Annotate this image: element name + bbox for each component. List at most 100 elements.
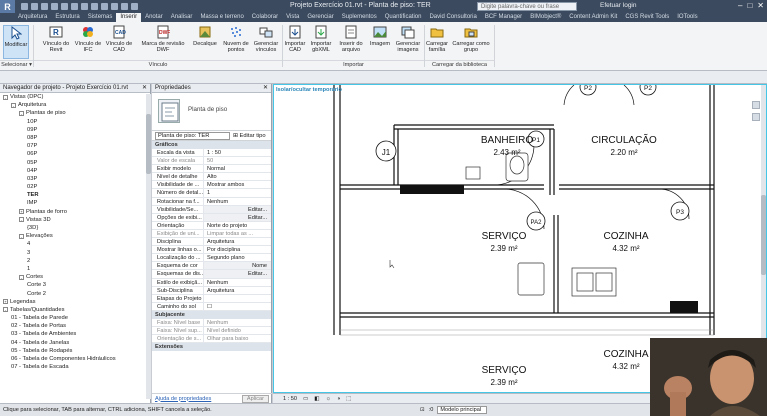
- properties-help-link[interactable]: Ajuda de propriedades: [155, 396, 211, 402]
- decal-button[interactable]: Decalque: [190, 25, 220, 47]
- property-value[interactable]: 1: [204, 189, 271, 196]
- tree-item[interactable]: + Legendas: [0, 298, 150, 306]
- property-value[interactable]: Nenhum: [204, 279, 271, 286]
- property-value[interactable]: Segundo plano: [204, 254, 271, 261]
- tree-item[interactable]: Corte 2: [0, 290, 150, 298]
- tree-item[interactable]: {3D}: [0, 224, 150, 232]
- tree-item[interactable]: 06P: [0, 150, 150, 158]
- property-value[interactable]: Alto: [204, 173, 271, 180]
- property-value[interactable]: ☐: [204, 303, 271, 310]
- project-browser-scrollbar[interactable]: [146, 94, 151, 399]
- tab-bcf-manager[interactable]: BCF Manager: [481, 13, 526, 22]
- apply-button[interactable]: Aplicar: [241, 394, 269, 403]
- tab-anotar[interactable]: Anotar: [141, 13, 167, 22]
- property-value[interactable]: Normal: [204, 165, 271, 172]
- property-edit-button[interactable]: Editar...: [204, 270, 271, 278]
- search-input[interactable]: Digite palavra-chave ou frase: [477, 2, 577, 11]
- app-logo-icon[interactable]: R: [0, 0, 15, 13]
- tab-analisar[interactable]: Analisar: [167, 13, 197, 22]
- tree-item[interactable]: - Vistas 3D: [0, 216, 150, 224]
- maximize-icon[interactable]: □: [747, 1, 752, 10]
- manage-images-button[interactable]: Gerenciar imagens: [394, 25, 422, 53]
- detail-level-icon[interactable]: ▭: [303, 396, 308, 402]
- tab-inserir[interactable]: Inserir: [116, 13, 142, 22]
- steering-wheel-icon[interactable]: [752, 101, 760, 109]
- revit-link-button[interactable]: R Vínculo do Revit: [40, 25, 72, 53]
- tab-colaborar[interactable]: Colaborar: [248, 13, 282, 22]
- property-group-header[interactable]: Gráficos: [152, 141, 271, 149]
- tree-item[interactable]: 03P: [0, 175, 150, 183]
- tree-item[interactable]: 1: [0, 265, 150, 273]
- close-properties-icon[interactable]: ✕: [263, 84, 268, 92]
- collapse-icon[interactable]: -: [19, 233, 24, 239]
- tree-item[interactable]: 03 - Tabela de Ambientes: [0, 330, 150, 338]
- collapse-icon[interactable]: -: [19, 274, 24, 280]
- expand-icon[interactable]: +: [3, 299, 8, 305]
- shadows-icon[interactable]: ◑: [337, 396, 340, 402]
- tab-bimobject-[interactable]: BIMobject®: [526, 13, 565, 22]
- tab-estrutura[interactable]: Estrutura: [51, 13, 83, 22]
- dimension-icon[interactable]: [81, 3, 88, 10]
- tab-arquitetura[interactable]: Arquitetura: [14, 13, 51, 22]
- undo-icon[interactable]: [41, 3, 48, 10]
- tab-vista[interactable]: Vista: [282, 13, 303, 22]
- view-scale[interactable]: 1 : 50: [283, 396, 297, 402]
- panel-select[interactable]: Selecionar ▾: [0, 60, 33, 69]
- zoom-icon[interactable]: [752, 113, 760, 121]
- property-value[interactable]: Arquitetura: [204, 287, 271, 294]
- tree-item[interactable]: TER: [0, 191, 150, 199]
- close-hidden-icon[interactable]: [131, 3, 138, 10]
- tab-gerenciar[interactable]: Gerenciar: [303, 13, 337, 22]
- point-cloud-button[interactable]: Nuvem de pontos: [222, 25, 250, 53]
- worksets-icon[interactable]: ⊡: [420, 407, 425, 413]
- collapse-icon[interactable]: -: [3, 307, 8, 313]
- tree-item[interactable]: 08P: [0, 134, 150, 142]
- tree-item[interactable]: 02 - Tabela de Portas: [0, 322, 150, 330]
- image-button[interactable]: Imagem: [368, 25, 392, 47]
- property-edit-button[interactable]: Editar...: [204, 213, 271, 221]
- tab-david-consultoria[interactable]: David Consultoria: [425, 13, 480, 22]
- tree-item[interactable]: 05P: [0, 159, 150, 167]
- property-value[interactable]: Nenhum: [204, 198, 271, 205]
- collapse-icon[interactable]: -: [19, 217, 24, 223]
- active-model-dropdown[interactable]: Modelo principal: [437, 406, 488, 414]
- collapse-icon[interactable]: -: [19, 110, 24, 116]
- property-value[interactable]: Norte do projeto: [204, 222, 271, 229]
- tree-item[interactable]: - Arquitetura: [0, 101, 150, 109]
- property-value[interactable]: [204, 295, 271, 302]
- tab-iotools[interactable]: IOTools: [673, 13, 701, 22]
- tree-item[interactable]: 3: [0, 249, 150, 257]
- close-icon[interactable]: ✕: [757, 1, 764, 10]
- tree-item[interactable]: IMP: [0, 199, 150, 207]
- tab-quantification[interactable]: Quantification: [381, 13, 426, 22]
- tree-item[interactable]: - Cortes: [0, 273, 150, 281]
- type-selector[interactable]: Planta de piso: [152, 93, 271, 131]
- tree-item[interactable]: - Vistas (DPC): [0, 93, 150, 101]
- modify-button[interactable]: Modificar: [3, 25, 29, 59]
- property-value[interactable]: 1 : 50: [204, 149, 271, 156]
- property-value[interactable]: Por disciplina: [204, 246, 271, 253]
- tree-item[interactable]: 2: [0, 257, 150, 265]
- collapse-icon[interactable]: -: [11, 102, 16, 108]
- instance-filter-dropdown[interactable]: Planta de piso: TER: [155, 131, 230, 140]
- tab-cgs-revit-tools[interactable]: CGS Revit Tools: [621, 13, 673, 22]
- load-as-group-button[interactable]: Carregar como grupo: [450, 25, 492, 53]
- tree-item[interactable]: 4: [0, 240, 150, 248]
- tree-item[interactable]: 01 - Tabela de Parede: [0, 314, 150, 322]
- tree-item[interactable]: 04P: [0, 167, 150, 175]
- save-icon[interactable]: [31, 3, 38, 10]
- tab-massa-e-terreno[interactable]: Massa e terreno: [196, 13, 247, 22]
- property-value[interactable]: Arquitetura: [204, 238, 271, 245]
- property-edit-button[interactable]: Editar...: [204, 205, 271, 213]
- tree-item[interactable]: Corte 3: [0, 281, 150, 289]
- thin-lines-icon[interactable]: [121, 3, 128, 10]
- sun-path-icon[interactable]: ☼: [326, 396, 331, 402]
- manage-links-button[interactable]: Gerenciar vínculos: [252, 25, 280, 53]
- load-family-button[interactable]: Carregar família: [426, 25, 448, 53]
- login-button[interactable]: Efetuar login: [600, 2, 637, 9]
- crop-view-icon[interactable]: ⬚: [346, 396, 351, 402]
- ifc-link-button[interactable]: Vínculo de IFC: [74, 25, 102, 53]
- tree-item[interactable]: 10P: [0, 118, 150, 126]
- insert-from-file-button[interactable]: Inserir do arquivo: [336, 25, 366, 53]
- dwf-markup-button[interactable]: DWF Marca de revisão DWF: [138, 25, 188, 53]
